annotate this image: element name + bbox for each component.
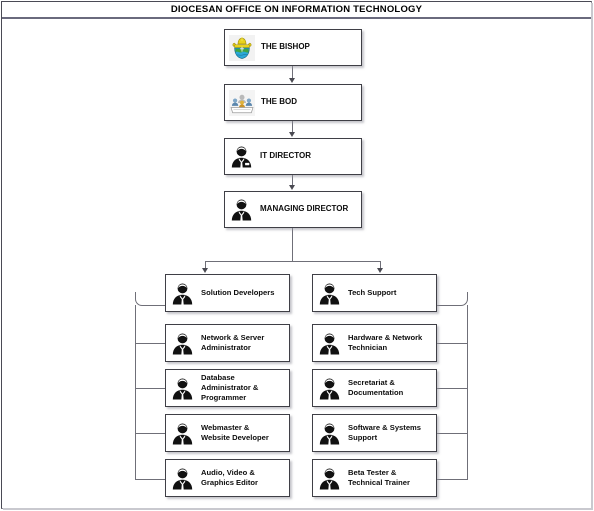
right-spine [467, 305, 468, 480]
arrowhead-solution-developers [201, 268, 208, 273]
arrowhead-tech-support [376, 268, 383, 273]
node-label: Beta Tester & Technical Trainer [348, 468, 410, 487]
person-icon [317, 466, 342, 491]
person-icon [317, 376, 342, 401]
person-icon [170, 466, 195, 491]
bishop-crest-icon [229, 34, 255, 61]
node-label: IT DIRECTOR [260, 151, 311, 161]
person-icon [170, 421, 195, 446]
node-managing-director[interactable]: MANAGING DIRECTOR [224, 191, 362, 228]
node-webmaster-website-developer[interactable]: Webmaster & Website Developer [165, 414, 290, 452]
node-secretariat-documentation[interactable]: Secretariat & Documentation [312, 369, 437, 407]
person-icon [229, 197, 254, 222]
left-branch-3 [135, 433, 166, 434]
node-it-director[interactable]: IT DIRECTOR [224, 138, 362, 175]
person-icon [170, 376, 195, 401]
node-label: Webmaster & Website Developer [201, 423, 269, 442]
right-branch-2 [437, 388, 468, 389]
node-label: THE BISHOP [261, 42, 310, 52]
chart-title: DIOCESAN OFFICE ON INFORMATION TECHNOLOG… [170, 4, 423, 15]
node-label: Software & Systems Support [348, 423, 422, 442]
node-network-server-administrator[interactable]: Network & Server Administrator [165, 324, 290, 362]
left-spine-elbow [135, 292, 166, 306]
node-database-administrator-programmer[interactable]: Database Administrator & Programmer [165, 369, 290, 407]
node-label: MANAGING DIRECTOR [260, 204, 349, 214]
node-tech-support[interactable]: Tech Support [312, 274, 437, 312]
node-label: Tech Support [348, 288, 397, 298]
node-label: Network & Server Administrator [201, 333, 265, 352]
node-software-systems-support[interactable]: Software & Systems Support [312, 414, 437, 452]
person-icon [317, 281, 342, 306]
left-branch-1 [135, 343, 166, 344]
node-label: Audio, Video & Graphics Editor [201, 468, 258, 487]
node-solution-developers[interactable]: Solution Developers [165, 274, 290, 312]
node-label: Secretariat & Documentation [348, 378, 404, 397]
arrowhead-managingdirector [288, 185, 295, 190]
person-icon [170, 331, 195, 356]
node-beta-tester-technical-trainer[interactable]: Beta Tester & Technical Trainer [312, 459, 437, 497]
node-label: Solution Developers [201, 288, 275, 298]
connector-mdir-crossbar [205, 261, 380, 262]
connector-mdir-stem [292, 228, 293, 262]
node-label: Database Administrator & Programmer [201, 373, 259, 402]
right-branch-3 [437, 433, 468, 434]
left-branch-4 [135, 479, 166, 480]
org-chart-page: DIOCESAN OFFICE ON INFORMATION TECHNOLOG… [0, 0, 594, 511]
person-icon [229, 144, 254, 169]
board-meeting-icon [229, 89, 255, 116]
right-branch-1 [437, 343, 468, 344]
right-spine-elbow [437, 292, 468, 306]
person-icon [317, 421, 342, 446]
arrowhead-itdirector [288, 132, 295, 137]
node-the-bishop[interactable]: THE BISHOP [224, 29, 362, 66]
left-branch-2 [135, 388, 166, 389]
person-icon [317, 331, 342, 356]
node-audio-video-graphics-editor[interactable]: Audio, Video & Graphics Editor [165, 459, 290, 497]
person-icon [170, 281, 195, 306]
chart-title-bar: DIOCESAN OFFICE ON INFORMATION TECHNOLOG… [2, 2, 591, 19]
right-branch-4 [437, 479, 468, 480]
node-hardware-network-technician[interactable]: Hardware & Network Technician [312, 324, 437, 362]
arrowhead-bod [288, 78, 295, 83]
node-label: Hardware & Network Technician [348, 333, 423, 352]
chart-canvas: THE BISHOP THE BOD IT DIRECTOR MANAGING … [2, 21, 591, 508]
node-label: THE BOD [261, 97, 297, 107]
node-the-bod[interactable]: THE BOD [224, 84, 362, 121]
left-spine [135, 305, 136, 480]
